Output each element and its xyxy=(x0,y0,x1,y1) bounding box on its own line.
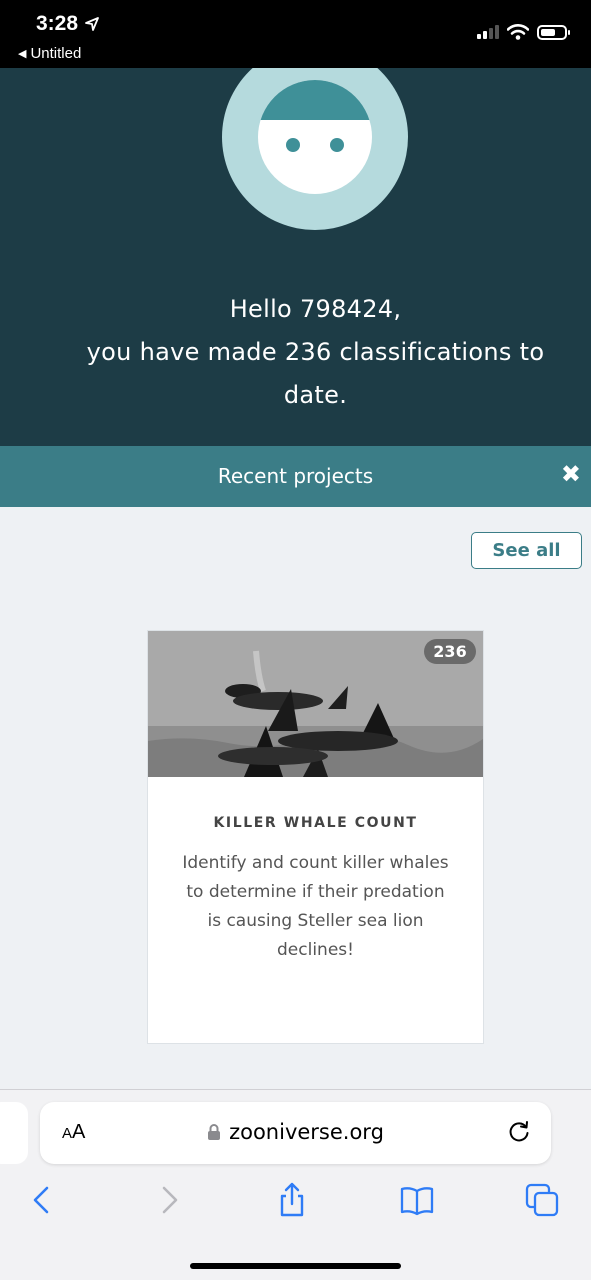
tabs-icon[interactable] xyxy=(524,1182,560,1218)
back-to-app-link[interactable]: ◀ Untitled xyxy=(18,45,81,62)
project-title: KILLER WHALE COUNT xyxy=(213,815,418,831)
back-triangle-icon: ◀ xyxy=(18,48,27,60)
wifi-icon xyxy=(507,24,529,40)
browser-nav-row xyxy=(0,1182,591,1222)
status-time: 3:28 xyxy=(36,12,100,36)
url-display[interactable]: zooniverse.org xyxy=(40,1120,551,1144)
greeting-line-2: you have made 236 classifications to dat… xyxy=(86,338,545,409)
project-card[interactable]: 236 KILLER WHALE COUNT Identify and coun… xyxy=(147,630,484,1044)
clock: 3:28 xyxy=(36,12,79,35)
battery-icon xyxy=(537,24,570,40)
greeting-line-1: Hello 798424, xyxy=(229,295,402,323)
status-bar: 3:28 ◀ Untitled xyxy=(0,0,591,68)
share-icon[interactable] xyxy=(274,1182,310,1218)
address-bar[interactable]: AA zooniverse.org xyxy=(40,1102,551,1164)
location-arrow-icon xyxy=(85,17,99,31)
url-text: zooniverse.org xyxy=(229,1120,384,1144)
close-icon[interactable]: ✖ xyxy=(561,460,581,488)
reload-icon[interactable] xyxy=(505,1118,533,1146)
profile-hero: Hello 798424, you have made 236 classifi… xyxy=(0,68,591,446)
recent-projects-header: Recent projects ✖ xyxy=(0,446,591,507)
forward-chevron-icon[interactable] xyxy=(151,1182,187,1218)
cellular-signal-icon xyxy=(477,25,499,39)
back-app-label: Untitled xyxy=(30,45,82,62)
avatar xyxy=(222,68,408,230)
status-indicators xyxy=(477,24,570,40)
classification-count-badge: 236 xyxy=(424,639,476,664)
project-description: Identify and count killer whales to dete… xyxy=(182,853,449,960)
project-image: 236 xyxy=(148,631,483,777)
home-indicator xyxy=(190,1263,401,1269)
previous-tab-peek[interactable] xyxy=(0,1102,28,1164)
bookmarks-icon[interactable] xyxy=(399,1182,435,1218)
browser-toolbar: AA zooniverse.org xyxy=(0,1089,591,1280)
lock-icon xyxy=(208,1124,221,1140)
greeting-text: Hello 798424, you have made 236 classifi… xyxy=(40,288,591,417)
back-chevron-icon[interactable] xyxy=(24,1182,60,1218)
recent-projects-title: Recent projects xyxy=(217,464,374,488)
see-all-button[interactable]: See all xyxy=(471,532,582,569)
zooniverse-face-icon xyxy=(258,80,372,194)
